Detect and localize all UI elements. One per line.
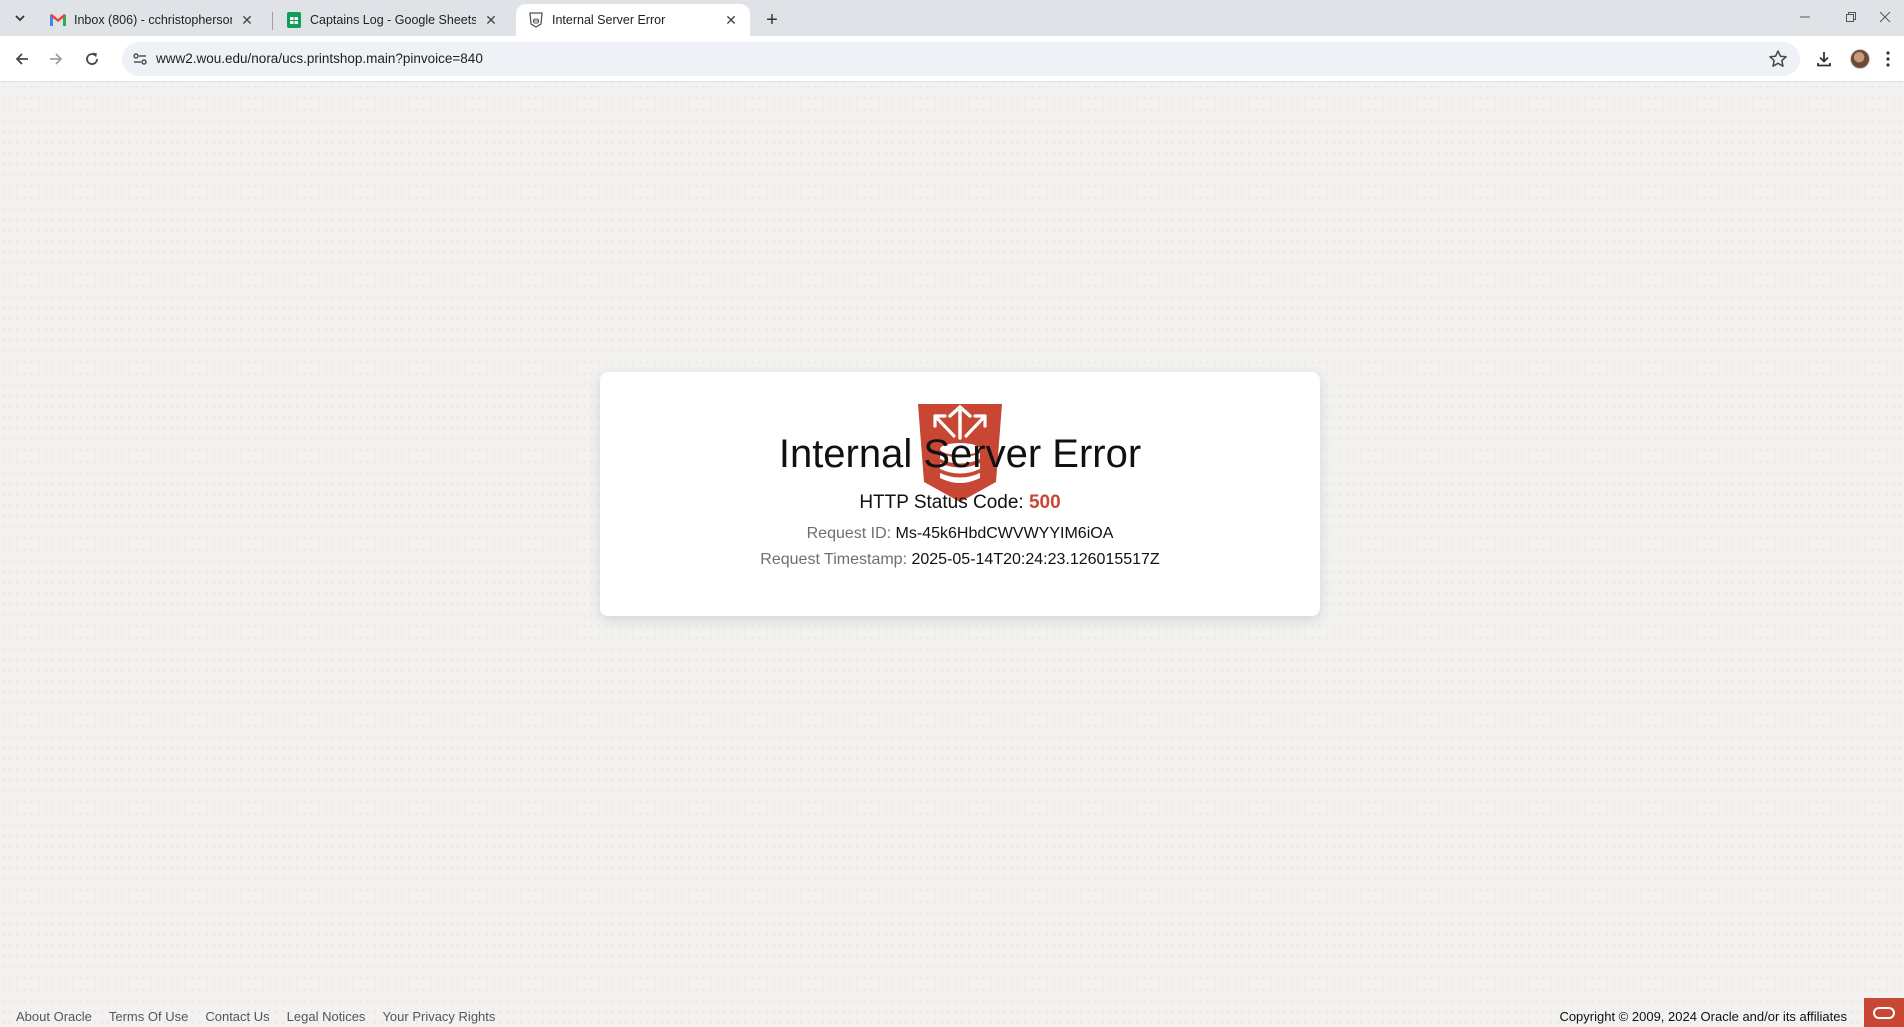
minimize-icon[interactable] — [1782, 4, 1828, 30]
new-tab-button[interactable]: + — [758, 6, 786, 34]
tab-search-button[interactable] — [8, 6, 32, 30]
footer-link-legal-notices[interactable]: Legal Notices — [287, 1009, 366, 1024]
footer-links: About Oracle Terms Of Use Contact Us Leg… — [16, 1009, 495, 1024]
request-timestamp-label: Request Timestamp: — [760, 551, 908, 568]
download-icon — [1817, 52, 1831, 67]
back-button[interactable] — [8, 45, 36, 73]
tab-title: Captains Log - Google Sheets — [310, 13, 476, 27]
reload-icon — [86, 52, 98, 65]
request-id-line: Request ID: Ms-45k6HbdCWVWYYIM6iOA — [600, 525, 1320, 543]
more-vertical-icon — [1886, 51, 1890, 67]
profile-button[interactable] — [1846, 45, 1874, 73]
footer-link-terms-of-use[interactable]: Terms Of Use — [109, 1009, 188, 1024]
close-icon[interactable]: ✕ — [482, 11, 500, 29]
footer-link-privacy-rights[interactable]: Your Privacy Rights — [382, 1009, 495, 1024]
address-bar[interactable]: www2.wou.edu/nora/ucs.printshop.main?pin… — [122, 42, 1800, 76]
shield-icon — [528, 12, 544, 28]
back-arrow-icon — [15, 53, 28, 65]
error-title: Internal Server Error — [778, 432, 1142, 476]
url-text[interactable]: www2.wou.edu/nora/ucs.printshop.main?pin… — [156, 51, 483, 66]
menu-button[interactable] — [1876, 45, 1900, 73]
close-window-icon[interactable] — [1862, 4, 1904, 30]
footer-link-contact-us[interactable]: Contact Us — [205, 1009, 269, 1024]
close-icon[interactable]: ✕ — [722, 11, 740, 29]
tab-sheets[interactable]: Captains Log - Google Sheets ✕ — [274, 4, 510, 36]
request-timestamp-value: 2025-05-14T20:24:23.126015517Z — [911, 551, 1160, 568]
close-icon[interactable]: ✕ — [238, 11, 256, 29]
copyright-text: Copyright © 2009, 2024 Oracle and/or its… — [1559, 1009, 1847, 1024]
bookmark-star-icon[interactable] — [1768, 49, 1788, 69]
status-code: 500 — [1028, 492, 1061, 513]
chevron-down-icon — [15, 15, 25, 22]
tab-title: Inbox (806) - cchristopherson24 — [74, 13, 232, 27]
request-id-value: Ms-45k6HbdCWVWYYIM6iOA — [895, 525, 1114, 542]
forward-arrow-icon — [50, 53, 63, 65]
sheets-icon — [286, 12, 302, 28]
tab-gmail[interactable]: Inbox (806) - cchristopherson24 ✕ — [38, 4, 266, 36]
gmail-icon — [50, 12, 66, 28]
tab-strip: Inbox (806) - cchristopherson24 ✕ Captai… — [0, 0, 1904, 36]
avatar — [1850, 49, 1870, 69]
tab-title: Internal Server Error — [552, 13, 666, 27]
tab-internal-server-error[interactable]: Internal Server Error ✕ — [516, 4, 750, 36]
site-info-icon[interactable] — [132, 51, 148, 67]
footer-link-about-oracle[interactable]: About Oracle — [16, 1009, 92, 1024]
tab-divider — [272, 12, 273, 30]
browser-toolbar: www2.wou.edu/nora/ucs.printshop.main?pin… — [0, 36, 1904, 82]
http-status-line: HTTP Status Code: 500 — [600, 492, 1320, 514]
oracle-logo-icon[interactable] — [1864, 998, 1904, 1027]
request-id-label: Request ID: — [806, 525, 892, 542]
reload-button[interactable] — [78, 45, 106, 73]
status-label: HTTP Status Code: — [859, 492, 1024, 513]
forward-button[interactable] — [42, 45, 70, 73]
downloads-button[interactable] — [1810, 45, 1838, 73]
request-timestamp-line: Request Timestamp: 2025-05-14T20:24:23.1… — [600, 551, 1320, 569]
